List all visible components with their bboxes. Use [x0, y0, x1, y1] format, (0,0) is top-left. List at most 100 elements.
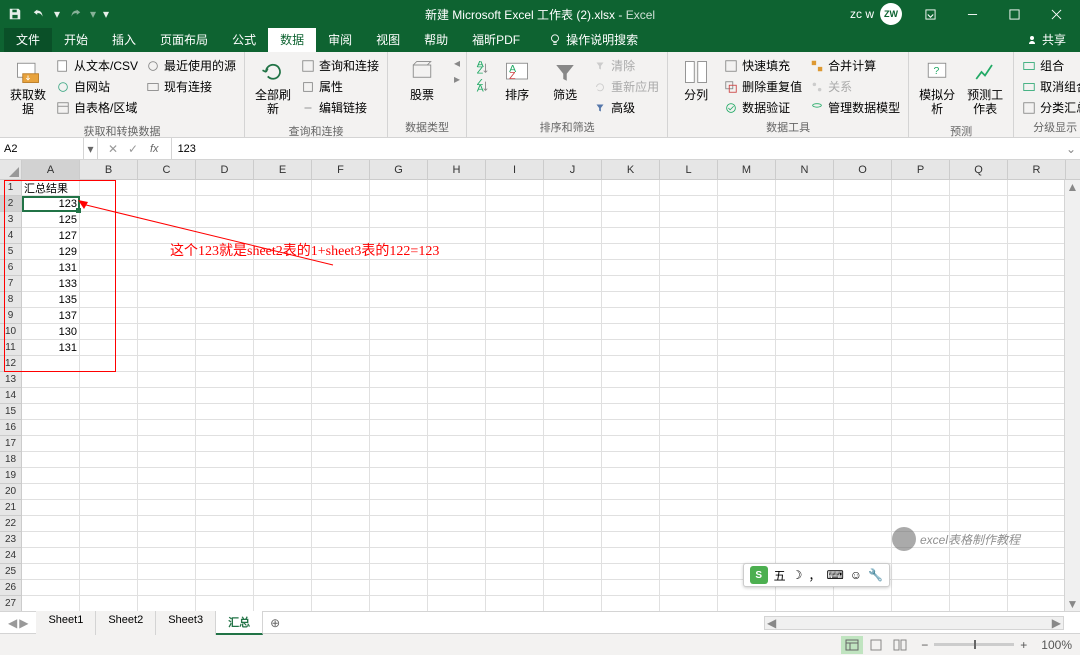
cell[interactable] [80, 212, 138, 228]
cell[interactable] [428, 452, 486, 468]
cell[interactable] [486, 452, 544, 468]
cell[interactable] [312, 292, 370, 308]
cell[interactable] [486, 180, 544, 196]
col-header-Q[interactable]: Q [950, 160, 1008, 180]
cell[interactable] [370, 420, 428, 436]
cell[interactable] [428, 324, 486, 340]
cell[interactable] [254, 500, 312, 516]
cell[interactable] [370, 516, 428, 532]
cell[interactable] [80, 404, 138, 420]
cell[interactable] [196, 564, 254, 580]
cell[interactable] [950, 500, 1008, 516]
cell[interactable] [254, 452, 312, 468]
cell[interactable] [370, 436, 428, 452]
cell[interactable] [892, 340, 950, 356]
cell[interactable] [370, 532, 428, 548]
cell[interactable] [776, 468, 834, 484]
cell[interactable]: 129 [22, 244, 80, 260]
recent-sources-button[interactable]: 最近使用的源 [144, 56, 238, 75]
cell[interactable] [950, 228, 1008, 244]
cell[interactable] [776, 436, 834, 452]
cell[interactable] [196, 532, 254, 548]
cell[interactable] [544, 292, 602, 308]
cell[interactable] [544, 228, 602, 244]
edit-links-button[interactable]: 编辑链接 [299, 98, 381, 117]
cell[interactable] [834, 308, 892, 324]
cell[interactable] [718, 404, 776, 420]
clear-button[interactable]: 清除 [591, 56, 661, 75]
cell[interactable] [196, 516, 254, 532]
cell[interactable] [370, 548, 428, 564]
cell[interactable] [602, 548, 660, 564]
cell[interactable] [602, 324, 660, 340]
cell[interactable] [544, 276, 602, 292]
cell[interactable] [370, 372, 428, 388]
col-header-P[interactable]: P [892, 160, 950, 180]
remove-dup-button[interactable]: 删除重复值 [722, 77, 804, 96]
cell[interactable] [718, 228, 776, 244]
cell[interactable] [1008, 404, 1066, 420]
cell[interactable] [602, 212, 660, 228]
cell[interactable] [834, 420, 892, 436]
cell[interactable] [486, 532, 544, 548]
cell[interactable] [196, 196, 254, 212]
row-header[interactable]: 7 [0, 276, 22, 292]
cell[interactable] [486, 420, 544, 436]
cell[interactable] [370, 260, 428, 276]
cell[interactable] [660, 244, 718, 260]
cell[interactable] [718, 468, 776, 484]
cell[interactable]: 130 [22, 324, 80, 340]
cell[interactable] [138, 372, 196, 388]
cell[interactable] [834, 596, 892, 611]
col-header-F[interactable]: F [312, 160, 370, 180]
cell[interactable] [776, 212, 834, 228]
cell[interactable] [718, 500, 776, 516]
cell[interactable] [718, 196, 776, 212]
cell[interactable] [254, 564, 312, 580]
cell[interactable] [718, 436, 776, 452]
cell[interactable] [138, 212, 196, 228]
cell[interactable] [254, 356, 312, 372]
tab-pdf[interactable]: 福昕PDF [460, 27, 532, 52]
row-header[interactable]: 8 [0, 292, 22, 308]
select-all-corner[interactable] [0, 160, 22, 180]
cell[interactable] [950, 308, 1008, 324]
row-header[interactable]: 1 [0, 180, 22, 196]
cell[interactable] [950, 292, 1008, 308]
cell[interactable] [1008, 500, 1066, 516]
cell[interactable] [660, 564, 718, 580]
cell[interactable] [544, 212, 602, 228]
cell[interactable] [834, 340, 892, 356]
cell[interactable] [370, 580, 428, 596]
cell[interactable] [776, 340, 834, 356]
zoom-in-button[interactable]: + [1020, 638, 1027, 652]
cell[interactable] [428, 388, 486, 404]
name-box[interactable]: A2 [0, 138, 84, 159]
cell[interactable] [892, 388, 950, 404]
cell[interactable] [138, 596, 196, 611]
cell[interactable] [718, 516, 776, 532]
cell[interactable] [196, 388, 254, 404]
cell[interactable] [544, 324, 602, 340]
cell[interactable] [312, 324, 370, 340]
tab-data[interactable]: 数据 [268, 27, 316, 52]
cell[interactable] [892, 420, 950, 436]
row-header[interactable]: 10 [0, 324, 22, 340]
cell[interactable] [22, 484, 80, 500]
cell[interactable] [1008, 356, 1066, 372]
cell[interactable] [544, 356, 602, 372]
cell[interactable] [776, 516, 834, 532]
cell[interactable] [834, 532, 892, 548]
cell[interactable] [486, 276, 544, 292]
cell[interactable] [428, 356, 486, 372]
cell[interactable] [892, 324, 950, 340]
cell[interactable] [834, 292, 892, 308]
cell[interactable] [22, 420, 80, 436]
cell[interactable] [486, 580, 544, 596]
cell[interactable] [196, 292, 254, 308]
queries-conn-button[interactable]: 查询和连接 [299, 56, 381, 75]
cell[interactable] [370, 564, 428, 580]
cell[interactable] [544, 452, 602, 468]
cell[interactable] [718, 484, 776, 500]
cell[interactable] [428, 196, 486, 212]
